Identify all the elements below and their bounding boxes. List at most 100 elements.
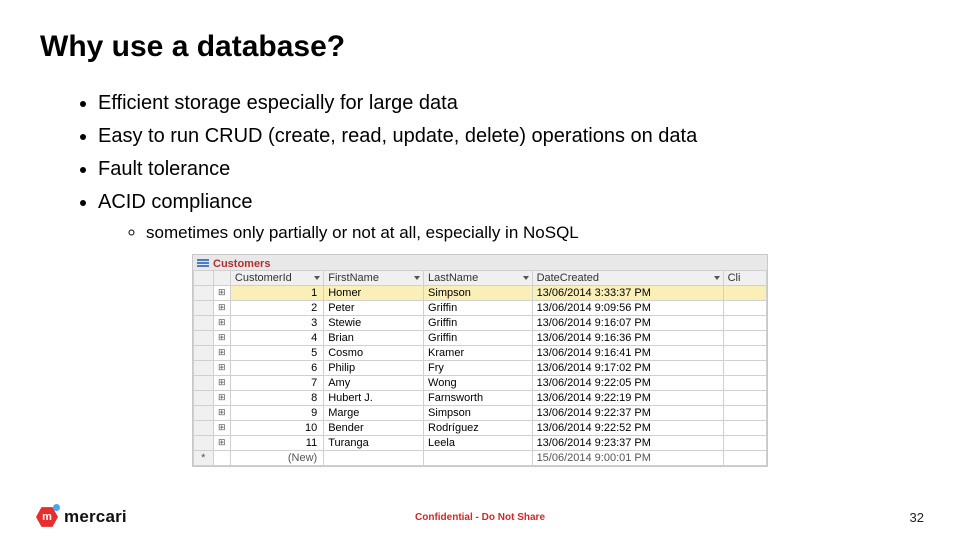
- cell-datecreated[interactable]: 13/06/2014 9:22:05 PM: [532, 375, 723, 390]
- chevron-down-icon[interactable]: [523, 276, 529, 280]
- expand-row-icon[interactable]: ⊞: [213, 360, 230, 375]
- cell-firstname[interactable]: Amy: [324, 375, 424, 390]
- expand-row-icon[interactable]: ⊞: [213, 285, 230, 300]
- chevron-down-icon[interactable]: [314, 276, 320, 280]
- expand-row-icon[interactable]: ⊞: [213, 330, 230, 345]
- cell-datecreated[interactable]: 13/06/2014 9:22:37 PM: [532, 405, 723, 420]
- table-row[interactable]: ⊞4BrianGriffin13/06/2014 9:16:36 PM: [194, 330, 767, 345]
- expand-row-icon[interactable]: ⊞: [213, 435, 230, 450]
- chevron-down-icon[interactable]: [714, 276, 720, 280]
- cell-cli[interactable]: [723, 420, 766, 435]
- row-selector[interactable]: [194, 330, 214, 345]
- cell-customerid[interactable]: (New): [230, 450, 323, 465]
- cell-customerid[interactable]: 10: [230, 420, 323, 435]
- cell-lastname[interactable]: Griffin: [424, 300, 533, 315]
- cell-customerid[interactable]: 6: [230, 360, 323, 375]
- cell-lastname[interactable]: Griffin: [424, 330, 533, 345]
- table-row[interactable]: ⊞10BenderRodríguez13/06/2014 9:22:52 PM: [194, 420, 767, 435]
- row-selector[interactable]: [194, 360, 214, 375]
- expand-row-icon[interactable]: ⊞: [213, 300, 230, 315]
- cell-customerid[interactable]: 2: [230, 300, 323, 315]
- cell-lastname[interactable]: Simpson: [424, 285, 533, 300]
- chevron-down-icon[interactable]: [414, 276, 420, 280]
- cell-customerid[interactable]: 3: [230, 315, 323, 330]
- table-row[interactable]: ⊞8Hubert J.Farnsworth13/06/2014 9:22:19 …: [194, 390, 767, 405]
- row-selector[interactable]: [194, 390, 214, 405]
- row-selector-header[interactable]: [194, 270, 214, 285]
- cell-firstname[interactable]: Peter: [324, 300, 424, 315]
- row-selector[interactable]: [194, 315, 214, 330]
- cell-lastname[interactable]: Rodríguez: [424, 420, 533, 435]
- cell-cli[interactable]: [723, 300, 766, 315]
- cell-lastname[interactable]: Simpson: [424, 405, 533, 420]
- new-row[interactable]: * (New) 15/06/2014 9:00:01 PM: [194, 450, 767, 465]
- cell-customerid[interactable]: 5: [230, 345, 323, 360]
- cell-firstname[interactable]: [324, 450, 424, 465]
- row-selector[interactable]: [194, 420, 214, 435]
- cell-cli[interactable]: [723, 390, 766, 405]
- table-row[interactable]: ⊞11TurangaLeela13/06/2014 9:23:37 PM: [194, 435, 767, 450]
- cell-datecreated[interactable]: 13/06/2014 9:16:07 PM: [532, 315, 723, 330]
- expand-row-icon[interactable]: ⊞: [213, 375, 230, 390]
- row-selector[interactable]: [194, 285, 214, 300]
- expand-row-icon[interactable]: ⊞: [213, 390, 230, 405]
- cell-datecreated[interactable]: 13/06/2014 9:17:02 PM: [532, 360, 723, 375]
- cell-lastname[interactable]: Griffin: [424, 315, 533, 330]
- expand-row-icon[interactable]: ⊞: [213, 405, 230, 420]
- cell-firstname[interactable]: Marge: [324, 405, 424, 420]
- cell-firstname[interactable]: Turanga: [324, 435, 424, 450]
- new-row-marker[interactable]: *: [194, 450, 214, 465]
- cell-lastname[interactable]: Wong: [424, 375, 533, 390]
- expand-row-icon[interactable]: ⊞: [213, 315, 230, 330]
- row-selector[interactable]: [194, 405, 214, 420]
- cell-firstname[interactable]: Philip: [324, 360, 424, 375]
- cell-cli[interactable]: [723, 360, 766, 375]
- table-row[interactable]: ⊞6PhilipFry13/06/2014 9:17:02 PM: [194, 360, 767, 375]
- cell-firstname[interactable]: Hubert J.: [324, 390, 424, 405]
- cell-cli[interactable]: [723, 345, 766, 360]
- col-header-firstname[interactable]: FirstName: [324, 270, 424, 285]
- row-selector[interactable]: [194, 345, 214, 360]
- expand-header[interactable]: [213, 270, 230, 285]
- cell-lastname[interactable]: Farnsworth: [424, 390, 533, 405]
- expand-row-icon[interactable]: ⊞: [213, 420, 230, 435]
- table-row[interactable]: ⊞9MargeSimpson13/06/2014 9:22:37 PM: [194, 405, 767, 420]
- cell-datecreated[interactable]: 13/06/2014 9:22:19 PM: [532, 390, 723, 405]
- table-row[interactable]: ⊞3StewieGriffin13/06/2014 9:16:07 PM: [194, 315, 767, 330]
- cell-cli[interactable]: [723, 315, 766, 330]
- col-header-lastname[interactable]: LastName: [424, 270, 533, 285]
- datasheet-tab[interactable]: Customers: [213, 258, 270, 270]
- cell-datecreated[interactable]: 13/06/2014 9:09:56 PM: [532, 300, 723, 315]
- cell-customerid[interactable]: 8: [230, 390, 323, 405]
- cell-customerid[interactable]: 4: [230, 330, 323, 345]
- cell-customerid[interactable]: 7: [230, 375, 323, 390]
- cell-firstname[interactable]: Brian: [324, 330, 424, 345]
- col-header-cli[interactable]: Cli: [723, 270, 766, 285]
- cell-cli[interactable]: [723, 330, 766, 345]
- cell-firstname[interactable]: Bender: [324, 420, 424, 435]
- cell-customerid[interactable]: 9: [230, 405, 323, 420]
- cell-cli[interactable]: [723, 405, 766, 420]
- table-row[interactable]: ⊞7AmyWong13/06/2014 9:22:05 PM: [194, 375, 767, 390]
- table-row[interactable]: ⊞5CosmoKramer13/06/2014 9:16:41 PM: [194, 345, 767, 360]
- cell-firstname[interactable]: Stewie: [324, 315, 424, 330]
- cell-datecreated[interactable]: 13/06/2014 9:16:41 PM: [532, 345, 723, 360]
- cell-datecreated[interactable]: 15/06/2014 9:00:01 PM: [532, 450, 723, 465]
- cell-datecreated[interactable]: 13/06/2014 9:16:36 PM: [532, 330, 723, 345]
- cell-customerid[interactable]: 11: [230, 435, 323, 450]
- cell-firstname[interactable]: Cosmo: [324, 345, 424, 360]
- row-selector[interactable]: [194, 375, 214, 390]
- cell-cli[interactable]: [723, 285, 766, 300]
- table-row[interactable]: ⊞1HomerSimpson13/06/2014 3:33:37 PM: [194, 285, 767, 300]
- cell-customerid[interactable]: 1: [230, 285, 323, 300]
- cell-datecreated[interactable]: 13/06/2014 3:33:37 PM: [532, 285, 723, 300]
- cell-lastname[interactable]: Leela: [424, 435, 533, 450]
- cell-cli[interactable]: [723, 375, 766, 390]
- cell-cli[interactable]: [723, 450, 766, 465]
- cell-firstname[interactable]: Homer: [324, 285, 424, 300]
- cell-datecreated[interactable]: 13/06/2014 9:22:52 PM: [532, 420, 723, 435]
- row-selector[interactable]: [194, 300, 214, 315]
- cell-cli[interactable]: [723, 435, 766, 450]
- row-selector[interactable]: [194, 435, 214, 450]
- col-header-datecreated[interactable]: DateCreated: [532, 270, 723, 285]
